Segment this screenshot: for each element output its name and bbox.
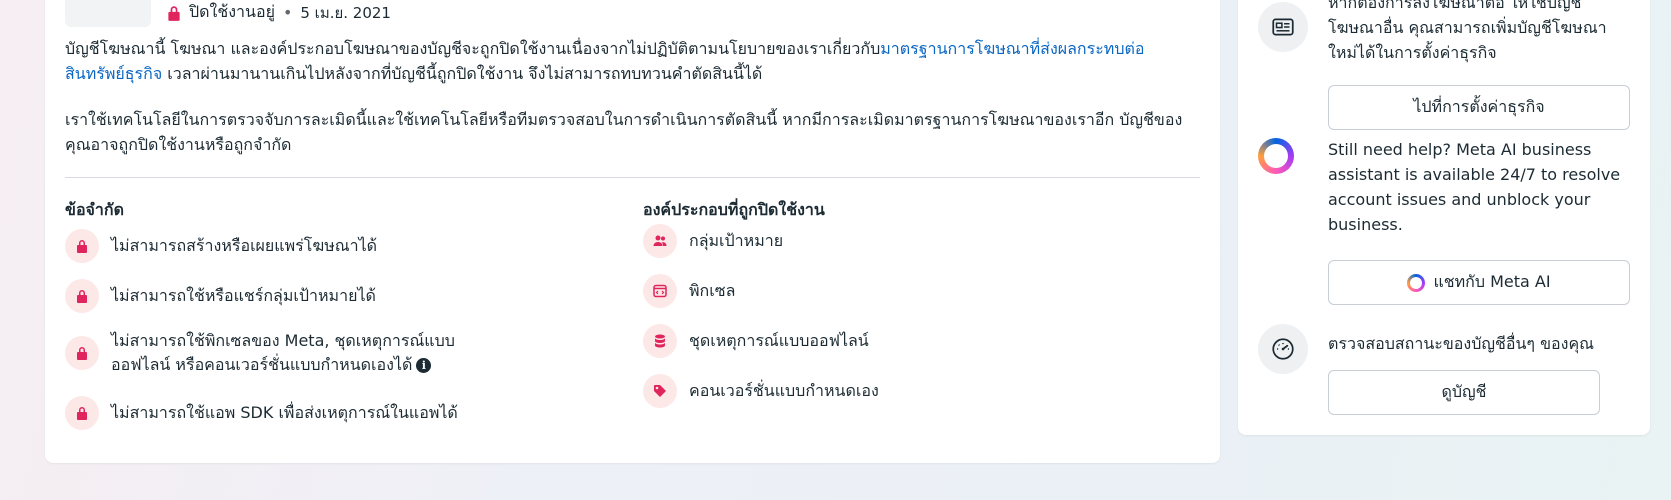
restriction-item: ไม่สามารถใช้พิกเซลของ Meta, ชุดเหตุการณ์…: [65, 329, 455, 377]
tag-icon: [643, 374, 677, 408]
disabled-assets-title: องค์ประกอบที่ถูกปิดใช้งาน: [643, 200, 825, 219]
help-sidebar: หากต้องการลงโฆษณาต่อ ให้ใช้บัญชีโฆษณาอื่…: [1238, 0, 1650, 435]
meta-ai-icon: [1258, 138, 1294, 174]
disabled-asset-item: ชุดเหตุการณ์แบบออฟไลน์: [643, 324, 869, 358]
database-icon: [643, 324, 677, 358]
asset-label: พิกเซล: [689, 281, 736, 300]
disabled-asset-item: พิกเซล: [643, 274, 735, 308]
people-icon: [643, 224, 677, 258]
divider: [65, 177, 1200, 178]
check-accounts-text: ตรวจสอบสถานะของบัญชีอื่นๆ ของคุณ: [1328, 334, 1594, 353]
restriction-item: ไม่สามารถสร้างหรือเผยแพร่โฆษณาได้: [65, 229, 377, 263]
chat-meta-ai-button[interactable]: แชทกับ Meta AI: [1328, 260, 1630, 305]
account-status: ปิดใช้งานอยู่ • 5 เม.ย. 2021: [165, 0, 391, 25]
view-accounts-button[interactable]: ดูบัญชี: [1328, 370, 1600, 415]
ad-account-icon: [1258, 2, 1308, 52]
pixel-icon: [643, 274, 677, 308]
disabled-asset-item: คอนเวอร์ชั่นแบบกำหนดเอง: [643, 374, 879, 408]
meta-ai-icon: [1407, 273, 1426, 292]
restriction-item: ไม่สามารถใช้หรือแชร์กลุ่มเป้าหมายได้: [65, 279, 376, 313]
chat-meta-ai-label: แชทกับ Meta AI: [1433, 272, 1551, 291]
restriction-label: ไม่สามารถสร้างหรือเผยแพร่โฆษณาได้: [111, 236, 378, 255]
restriction-label: ไม่สามารถใช้หรือแชร์กลุ่มเป้าหมายได้: [111, 286, 376, 305]
new-ad-account-text: หากต้องการลงโฆษณาต่อ ให้ใช้บัญชีโฆษณาอื่…: [1328, 0, 1607, 62]
asset-label: ชุดเหตุการณ์แบบออฟไลน์: [689, 331, 869, 350]
lock-icon: [65, 336, 99, 370]
restrictions-title: ข้อจำกัด: [65, 200, 124, 219]
restriction-item: ไม่สามารถใช้แอพ SDK เพื่อส่งเหตุการณ์ในแ…: [65, 396, 458, 430]
restriction-label: ไม่สามารถใช้แอพ SDK เพื่อส่งเหตุการณ์ในแ…: [111, 403, 458, 422]
status-date: 5 เม.ย. 2021: [300, 3, 391, 22]
notice-text-1: บัญชีโฆษณานี้ โฆษณา และองค์ประกอบโฆษณาขอ…: [65, 39, 881, 58]
meta-ai-help-text: Still need help? Meta AI business assist…: [1328, 140, 1621, 234]
account-status-card: ปิดใช้งานอยู่ • 5 เม.ย. 2021 บัญชีโฆษณาน…: [45, 0, 1220, 463]
restriction-label-line-2: ออฟไลน์ หรือคอนเวอร์ชั่นแบบกำหนดเองได้: [111, 355, 413, 374]
lock-icon: [65, 229, 99, 263]
restriction-label-line-1: ไม่สามารถใช้พิกเซลของ Meta, ชุดเหตุการณ์…: [111, 331, 455, 350]
lock-icon: [165, 4, 183, 22]
lock-icon: [65, 396, 99, 430]
notice-paragraph-1: บัญชีโฆษณานี้ โฆษณา และองค์ประกอบโฆษณาขอ…: [65, 36, 1195, 86]
status-label: ปิดใช้งานอยู่: [189, 2, 275, 21]
account-avatar: [65, 0, 151, 27]
info-icon[interactable]: i: [416, 358, 432, 373]
disabled-asset-item: กลุ่มเป้าหมาย: [643, 224, 783, 258]
business-settings-button[interactable]: ไปที่การตั้งค่าธุรกิจ: [1328, 85, 1630, 130]
lock-icon: [65, 279, 99, 313]
notice-paragraph-2: เราใช้เทคโนโลยีในการตรวจจับการละเมิดนี้แ…: [65, 110, 1183, 154]
asset-label: กลุ่มเป้าหมาย: [689, 231, 784, 250]
asset-label: คอนเวอร์ชั่นแบบกำหนดเอง: [689, 381, 879, 400]
notice-text-1-after: เวลาผ่านมานานเกินไปหลังจากที่บัญชีนี้ถูก…: [162, 64, 763, 83]
separator: •: [282, 3, 293, 22]
gauge-icon: [1258, 324, 1308, 374]
restriction-label: ไม่สามารถใช้พิกเซลของ Meta, ชุดเหตุการณ์…: [111, 329, 455, 377]
